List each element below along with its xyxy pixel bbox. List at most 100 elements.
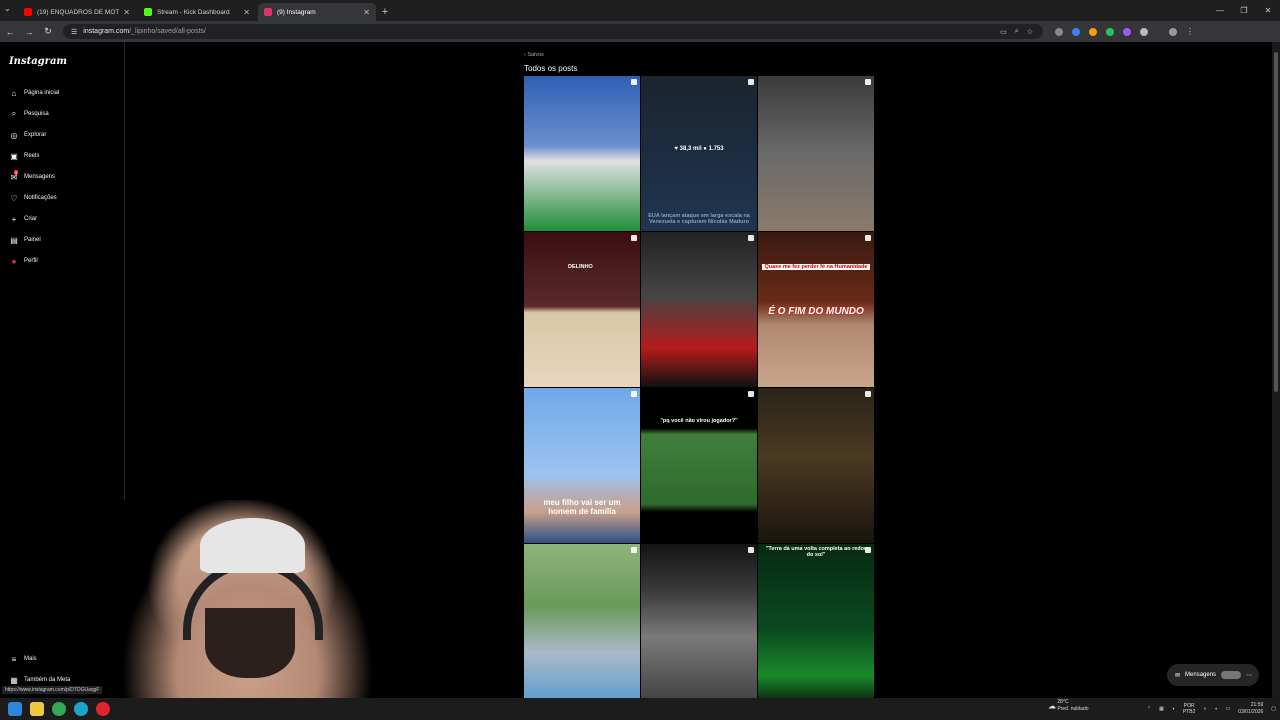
browser-tab-instagram[interactable]: (9) Instagram ✕ xyxy=(258,3,376,21)
saved-post-tile[interactable]: DELINHO xyxy=(524,232,640,387)
page-title: Todos os posts xyxy=(524,64,578,73)
saved-post-tile[interactable] xyxy=(524,544,640,699)
reload-icon[interactable]: ↻ xyxy=(39,23,57,41)
saved-post-tile[interactable]: "Terra dá uma volta completa ao redor do… xyxy=(758,544,874,699)
notifications-icon[interactable]: ▢ xyxy=(1271,706,1276,712)
sidebar-item-label: Reels xyxy=(24,153,40,159)
minimize-icon[interactable]: — xyxy=(1208,0,1232,20)
kick-favicon-icon xyxy=(144,8,152,16)
maximize-icon[interactable]: ❐ xyxy=(1232,0,1256,20)
post-stats-overlay: ♥ 38,3 mil ● 1.753 xyxy=(674,146,724,152)
menu-kebab-icon[interactable]: ⋮ xyxy=(1186,27,1194,36)
sidebar-item-also-from-meta[interactable]: ▦ Também da Meta xyxy=(9,674,70,686)
weather-widget[interactable]: ☁ 28°C Pred. nublado xyxy=(1048,699,1089,713)
status-bar-url: https://www.instagram.com/p/DTDGUaqgF xyxy=(2,686,103,694)
multi-post-icon xyxy=(865,79,871,85)
dashboard-icon: ▤ xyxy=(10,235,18,245)
multi-post-icon xyxy=(748,547,754,553)
extensions-puzzle-icon[interactable] xyxy=(1140,27,1148,36)
weather-cloud-icon: ☁ xyxy=(1048,701,1056,711)
address-bar[interactable]: ☰ instagram.com/_lipinho/saved/all-posts… xyxy=(63,24,1043,39)
saved-post-tile[interactable] xyxy=(641,544,757,699)
sidebar-item-more[interactable]: ≡ Mais xyxy=(9,653,37,665)
sidebar-item-home[interactable]: ⌂ Página inicial xyxy=(9,87,60,99)
multi-post-icon xyxy=(865,391,871,397)
saved-post-tile[interactable]: ♥ 38,3 mil ● 1.753 EUA lançam ataque em l… xyxy=(641,76,757,231)
show-hidden-icons-icon[interactable]: ⌃ xyxy=(1147,706,1151,712)
browser-tab-youtube[interactable]: (19) ENQUADROS DE MOTO (8 ✕ xyxy=(18,3,136,21)
clock[interactable]: 21:59 03/01/2026 xyxy=(1238,702,1263,716)
close-tab-icon[interactable]: ✕ xyxy=(363,8,370,17)
avatar-stack xyxy=(1221,671,1242,679)
scrollbar-thumb[interactable] xyxy=(1274,52,1278,392)
sidebar-item-reels[interactable]: ▣ Reels xyxy=(9,150,39,162)
bookmark-star-icon[interactable]: ☆ xyxy=(1027,28,1033,36)
profile-avatar[interactable] xyxy=(1169,27,1177,36)
close-tab-icon[interactable]: ✕ xyxy=(123,8,130,17)
windows-start-icon[interactable] xyxy=(8,702,22,716)
webcam-overlay xyxy=(105,500,390,720)
page-scrollbar[interactable] xyxy=(1272,42,1280,698)
close-tab-icon[interactable]: ✕ xyxy=(243,8,250,17)
zoom-icon[interactable]: ⌕ xyxy=(1015,28,1019,36)
extension-shield-icon[interactable] xyxy=(1055,27,1063,36)
new-tab-button[interactable]: + xyxy=(376,3,394,21)
volume-icon[interactable]: ◖ xyxy=(1214,706,1217,712)
breadcrumb-saved[interactable]: Salvos xyxy=(527,52,544,58)
extension-color-icon[interactable] xyxy=(1089,27,1097,36)
sidebar-item-search[interactable]: ⌕ Pesquisa xyxy=(9,108,49,120)
sidebar-item-profile[interactable]: ● Perfil xyxy=(9,255,38,267)
sidebar-item-explore[interactable]: ◎ Explorar xyxy=(9,129,47,141)
extension-audio-icon[interactable] xyxy=(1072,27,1080,36)
sidebar-item-label: Pesquisa xyxy=(24,111,49,117)
saved-post-tile[interactable] xyxy=(758,76,874,231)
sidebar-item-notifications[interactable]: ♡ Notificações xyxy=(9,192,56,204)
plus-icon: + xyxy=(11,214,17,224)
network-icon[interactable]: ▦ xyxy=(1159,706,1164,712)
saved-post-tile[interactable] xyxy=(524,76,640,231)
edge-icon[interactable] xyxy=(74,702,88,716)
opera-icon[interactable] xyxy=(96,702,110,716)
chrome-icon[interactable] xyxy=(52,702,66,716)
file-explorer-icon[interactable] xyxy=(30,702,44,716)
extension-green-icon[interactable] xyxy=(1106,27,1114,36)
saved-post-tile[interactable] xyxy=(641,232,757,387)
tab-title: Stream - Kick Dashboard xyxy=(157,8,230,16)
messages-label: Mensagens xyxy=(1185,672,1217,678)
multi-post-icon xyxy=(631,235,637,241)
sidebar-item-label: Painel xyxy=(24,237,41,243)
breadcrumb[interactable]: ‹ Salvos xyxy=(524,52,544,58)
sidebar-item-dashboard[interactable]: ▤ Painel xyxy=(9,234,41,246)
messages-floating-button[interactable]: ✉ Mensagens ⋯ xyxy=(1167,664,1259,686)
language-indicator[interactable]: POR PTB2 xyxy=(1183,703,1196,715)
extension-purple-icon[interactable] xyxy=(1123,27,1131,36)
weather-desc: Pred. nublado xyxy=(1057,706,1089,712)
multi-post-icon xyxy=(631,547,637,553)
close-window-icon[interactable]: ✕ xyxy=(1256,0,1280,20)
back-arrow-icon[interactable]: ← xyxy=(1,23,19,41)
saved-post-tile[interactable]: "pq você não virou jogador?" xyxy=(641,388,757,543)
install-app-icon[interactable]: ▭ xyxy=(1000,28,1007,36)
meta-grid-icon: ▦ xyxy=(10,675,18,685)
wifi-icon[interactable]: ◗ xyxy=(1203,706,1206,712)
speaker-icon[interactable]: ◖ xyxy=(1172,706,1175,712)
sidebar-item-messages[interactable]: ✉ 9 Mensagens xyxy=(9,169,55,183)
saved-post-tile[interactable] xyxy=(758,388,874,543)
weather-temp: 28°C xyxy=(1057,699,1069,705)
forward-arrow-icon[interactable]: → xyxy=(20,23,38,41)
reels-icon: ▣ xyxy=(10,151,18,161)
saved-post-tile[interactable]: meu filho vai ser um homem de família xyxy=(524,388,640,543)
saved-post-tile[interactable]: Quase me fez perder fé na Humanidade É O … xyxy=(758,232,874,387)
extensions-area: ⋮ xyxy=(1055,27,1194,36)
post-headline-text: É O FIM DO MUNDO xyxy=(768,306,864,317)
more-options-icon[interactable]: ⋯ xyxy=(1246,672,1252,679)
site-info-icon[interactable]: ☰ xyxy=(71,28,77,36)
browser-tab-kick[interactable]: Stream - Kick Dashboard ✕ xyxy=(138,3,256,21)
instagram-logo[interactable]: Instagram xyxy=(9,56,67,67)
youtube-favicon-icon xyxy=(24,8,32,16)
sidebar-item-label: Página inicial xyxy=(24,90,60,96)
tab-search-icon[interactable]: ⌄ xyxy=(4,4,11,13)
sidebar-item-create[interactable]: + Criar xyxy=(9,213,37,225)
battery-icon[interactable]: ▭ xyxy=(1226,706,1231,712)
tab-title: (19) ENQUADROS DE MOTO (8 xyxy=(37,8,120,16)
